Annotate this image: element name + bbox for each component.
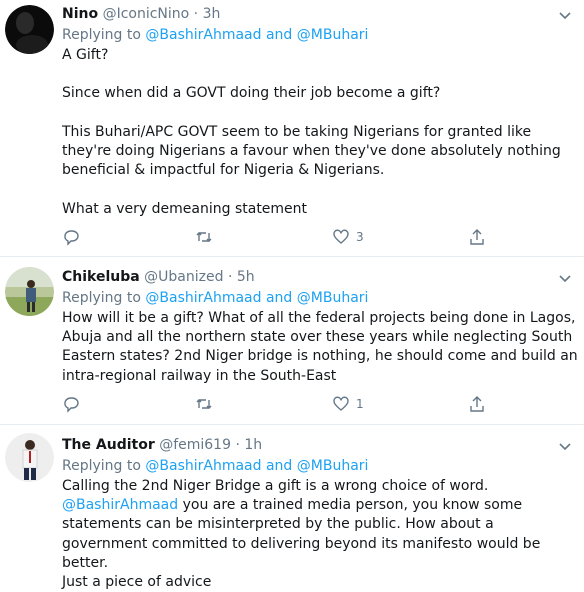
user-handle[interactable]: @IconicNino [103, 6, 190, 22]
user-handle[interactable]: @femi619 [159, 437, 231, 453]
reply-mentions[interactable]: @BashirAhmaad and @MBuhari [145, 27, 368, 43]
tweet-text: A Gift? Since when did a GOVT doing thei… [62, 47, 561, 217]
replying-to: Replying to @BashirAhmaad and @MBuhari [62, 27, 369, 43]
timestamp[interactable]: 5h [237, 269, 255, 285]
retweet-button[interactable] [195, 228, 219, 246]
like-count: 1 [356, 397, 364, 411]
tweet-actions: 1 [62, 395, 492, 415]
body-mention-link[interactable]: @BashirAhmaad [62, 497, 178, 513]
tweet-header: Nino @IconicNino · 3h [62, 6, 221, 22]
reply-mentions[interactable]: @BashirAhmaad and @MBuhari [145, 458, 368, 474]
like-button[interactable]: 1 [332, 395, 364, 413]
like-count: 3 [356, 230, 364, 244]
display-name[interactable]: Chikeluba [62, 269, 140, 285]
tweet-the-auditor[interactable]: The Auditor @femi619 · 1h Replying to @B… [0, 425, 584, 590]
chevron-down-icon[interactable] [558, 439, 572, 453]
reply-mentions[interactable]: @BashirAhmaad and @MBuhari [145, 290, 368, 306]
share-icon [470, 229, 484, 245]
timestamp[interactable]: 3h [203, 6, 221, 22]
retweet-icon [196, 399, 212, 409]
chevron-down-icon[interactable] [558, 271, 572, 285]
display-name[interactable]: Nino [62, 6, 98, 22]
tweet-chikeluba[interactable]: Chikeluba @Ubanized · 5h Replying to @Ba… [0, 257, 584, 424]
tweet-actions: 3 [62, 228, 492, 248]
share-button[interactable] [468, 395, 486, 413]
reply-button[interactable] [62, 228, 86, 246]
share-icon [470, 396, 484, 412]
retweet-icon [196, 232, 212, 242]
tweet-nino[interactable]: Nino @IconicNino · 3h Replying to @Bashi… [0, 0, 584, 256]
tweet-header: The Auditor @femi619 · 1h [62, 437, 263, 453]
timestamp[interactable]: 1h [244, 437, 262, 453]
tweet-text: Calling the 2nd Niger Bridge a gift is a… [62, 478, 541, 591]
share-button[interactable] [468, 228, 486, 246]
user-handle[interactable]: @Ubanized [144, 269, 223, 285]
replying-to: Replying to @BashirAhmaad and @MBuhari [62, 290, 369, 306]
retweet-button[interactable] [195, 395, 219, 413]
display-name[interactable]: The Auditor [62, 437, 155, 453]
like-button[interactable]: 3 [332, 228, 364, 246]
avatar[interactable] [5, 5, 54, 54]
reply-button[interactable] [62, 395, 86, 413]
tweet-text: How will it be a gift? What of all the f… [62, 310, 578, 384]
replying-to: Replying to @BashirAhmaad and @MBuhari [62, 458, 369, 474]
avatar[interactable] [5, 267, 54, 316]
tweet-header: Chikeluba @Ubanized · 5h [62, 269, 255, 285]
reply-icon [64, 397, 79, 413]
avatar[interactable] [5, 433, 54, 482]
chevron-down-icon[interactable] [558, 8, 572, 22]
like-icon [333, 396, 349, 411]
reply-icon [64, 230, 79, 246]
like-icon [333, 229, 349, 244]
